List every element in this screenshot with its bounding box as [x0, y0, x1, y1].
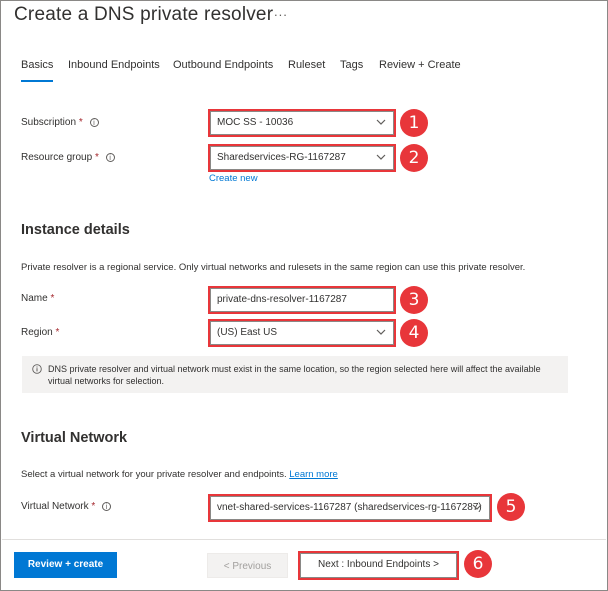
resource-group-value: Sharedservices-RG-1167287: [217, 152, 346, 163]
instance-details-heading: Instance details: [21, 222, 130, 238]
virtual-network-value: vnet-shared-services-1167287 (sharedserv…: [217, 502, 482, 513]
callout-badge-1: 1: [400, 109, 428, 137]
required-marker: *: [50, 293, 55, 304]
subscription-label-text: Subscription: [21, 117, 77, 128]
region-label-text: Region: [21, 327, 53, 338]
region-value: (US) East US: [217, 327, 278, 338]
info-icon[interactable]: i: [105, 153, 115, 162]
required-marker: *: [55, 327, 60, 338]
subscription-value: MOC SS - 10036: [217, 117, 294, 128]
virtual-network-heading: Virtual Network: [21, 430, 128, 446]
previous-button[interactable]: < Previous: [207, 553, 288, 578]
notice-text: DNS private resolver and virtual network…: [48, 364, 541, 386]
chevron-down-icon: [376, 154, 386, 160]
create-new-link[interactable]: Create new: [209, 173, 258, 184]
more-options-button[interactable]: ...: [274, 4, 288, 19]
resource-group-dropdown[interactable]: Sharedservices-RG-1167287: [208, 144, 396, 172]
info-circle-icon: [32, 364, 42, 374]
virtual-network-dropdown[interactable]: vnet-shared-services-1167287 (sharedserv…: [208, 494, 492, 522]
review-create-button[interactable]: Review + create: [14, 552, 117, 578]
subscription-label: Subscription * i: [21, 117, 99, 128]
name-label: Name *: [21, 293, 54, 304]
callout-badge-6: 6: [464, 550, 492, 578]
tab-outbound-endpoints[interactable]: Outbound Endpoints: [173, 59, 273, 71]
chevron-down-icon: [376, 329, 386, 335]
tab-review-create[interactable]: Review + Create: [379, 59, 461, 71]
virtual-network-label: Virtual Network * i: [21, 501, 112, 512]
vnet-description-text: Select a virtual network for your privat…: [21, 469, 287, 480]
region-notice: DNS private resolver and virtual network…: [22, 356, 568, 393]
chevron-down-icon: [376, 119, 386, 125]
tab-ruleset[interactable]: Ruleset: [288, 59, 325, 71]
name-label-text: Name: [21, 293, 48, 304]
required-marker: *: [94, 152, 99, 163]
resource-group-label: Resource group * i: [21, 152, 115, 163]
region-label: Region *: [21, 327, 59, 338]
instance-description: Private resolver is a regional service. …: [21, 262, 526, 273]
resource-group-label-text: Resource group: [21, 152, 93, 163]
footer-divider: [2, 539, 606, 540]
page-title: Create a DNS private resolver: [14, 4, 274, 25]
next-inbound-endpoints-button[interactable]: Next : Inbound Endpoints >: [298, 551, 459, 580]
callout-badge-4: 4: [400, 319, 428, 347]
required-marker: *: [78, 117, 83, 128]
tab-inbound-endpoints[interactable]: Inbound Endpoints: [68, 59, 160, 71]
name-value: private-dns-resolver-1167287: [217, 294, 347, 305]
tab-tags[interactable]: Tags: [340, 59, 363, 71]
virtual-network-label-text: Virtual Network: [21, 501, 89, 512]
info-icon[interactable]: i: [89, 118, 99, 127]
region-dropdown[interactable]: (US) East US: [208, 319, 396, 347]
name-input[interactable]: private-dns-resolver-1167287: [208, 286, 396, 314]
info-icon[interactable]: i: [102, 502, 112, 511]
callout-badge-2: 2: [400, 144, 428, 172]
callout-badge-3: 3: [400, 286, 428, 314]
required-marker: *: [91, 501, 96, 512]
chevron-down-icon: [472, 504, 482, 510]
subscription-dropdown[interactable]: MOC SS - 10036: [208, 109, 396, 137]
virtual-network-description: Select a virtual network for your privat…: [21, 469, 338, 480]
learn-more-link[interactable]: Learn more: [289, 469, 338, 480]
tab-basics[interactable]: Basics: [21, 59, 54, 82]
callout-badge-5: 5: [497, 493, 525, 521]
